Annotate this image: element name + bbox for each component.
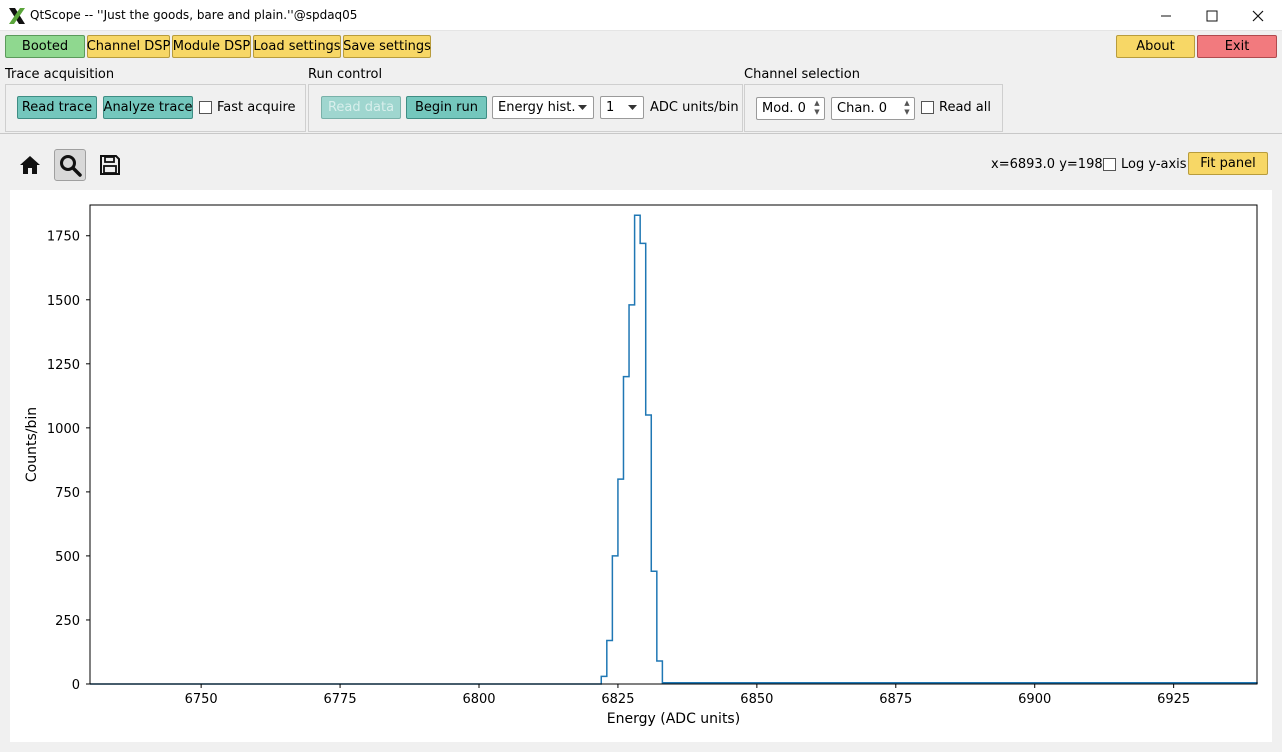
zoom-button[interactable] [54,149,86,181]
x-tick-label: 6925 [1157,692,1190,707]
x-tick-label: 6850 [740,692,773,707]
y-tick-label: 1000 [47,422,80,437]
about-button[interactable]: About [1116,35,1195,58]
x-logo-icon [9,8,25,24]
histogram-type-value: Energy hist. [498,100,576,115]
y-tick-label: 1500 [47,294,80,309]
log-y-label: Log y-axis [1121,157,1187,172]
log-y-checkbox[interactable] [1103,158,1116,171]
trace-acquisition-group: Read trace Analyze trace Fast acquire [5,84,306,132]
module-value: Mod. 0 [762,101,806,116]
channel-selection-label: Channel selection [744,67,860,82]
channel-selection-group: Mod. 0 ▲ ▼ Chan. 0 ▲ ▼ Read all [744,84,1003,132]
maximize-icon [1206,10,1218,21]
x-tick-label: 6775 [324,692,357,707]
x-tick-label: 6825 [601,692,634,707]
x-tick-label: 6875 [879,692,912,707]
read-trace-button[interactable]: Read trace [17,96,97,119]
plot-frame [89,204,1258,685]
minimize-button[interactable] [1143,0,1189,31]
chevron-down-icon [578,105,587,110]
close-icon [1252,10,1264,21]
booted-button[interactable]: Booted [5,35,85,58]
home-button[interactable] [15,150,45,180]
chevron-down-icon [628,105,637,110]
x-tick-label: 6750 [185,692,218,707]
fit-panel-button[interactable]: Fit panel [1188,152,1268,175]
minimize-icon [1161,15,1171,16]
series-line-0 [90,214,1258,685]
maximize-button[interactable] [1189,0,1235,31]
exit-button[interactable]: Exit [1197,35,1277,58]
histogram-type-select[interactable]: Energy hist. [492,96,594,119]
channel-dsp-button[interactable]: Channel DSP [87,35,170,58]
y-tick-label: 250 [55,614,80,629]
y-tick-label: 0 [72,678,80,693]
begin-run-button[interactable]: Begin run [406,96,487,119]
channel-value: Chan. 0 [837,101,888,116]
floppy-disk-icon [100,155,120,175]
fast-acquire-label: Fast acquire [217,100,296,115]
binning-value: 1 [606,100,615,115]
window-title: QtScope -- ''Just the goods, bare and pl… [30,8,358,22]
read-all-label: Read all [939,100,991,115]
analyze-trace-button[interactable]: Analyze trace [103,96,193,119]
y-tick-label: 750 [55,486,80,501]
run-control-label: Run control [308,67,383,82]
binning-select[interactable]: 1 [600,96,644,119]
save-figure-button[interactable] [95,150,125,180]
load-settings-button[interactable]: Load settings [253,35,341,58]
cursor-coordinates: x=6893.0 y=198. [991,157,1107,172]
x-tick-label: 6800 [462,692,495,707]
module-spinbox[interactable]: Mod. 0 ▲ ▼ [756,97,825,120]
energy-histogram-chart: 6750 6775 6800 6825 6850 6875 6900 6925 0 250 500 7… [24,204,1258,727]
module-dsp-button[interactable]: Module DSP [172,35,251,58]
title-bar: QtScope -- ''Just the goods, bare and pl… [0,0,1282,31]
x-axis-label: Energy (ADC units) [607,711,740,727]
y-axis-label: Counts/bin [24,407,40,482]
channel-spinbox[interactable]: Chan. 0 ▲ ▼ [831,97,915,120]
fast-acquire-checkbox[interactable] [199,101,212,114]
trace-acquisition-label: Trace acquisition [5,67,115,82]
spin-arrows-icon[interactable]: ▲ ▼ [811,99,823,118]
y-tick-label: 1750 [47,230,80,245]
binning-unit-label: ADC units/bin [650,100,739,115]
plot-canvas[interactable]: 6750 6775 6800 6825 6850 6875 6900 6925 0 250 500 7… [10,190,1272,742]
run-control-group: Read data Begin run Energy hist. 1 ADC u… [308,84,743,132]
close-button[interactable] [1235,0,1281,31]
save-settings-button[interactable]: Save settings [343,35,431,58]
read-all-checkbox[interactable] [921,101,934,114]
spin-arrows-icon[interactable]: ▲ ▼ [901,99,913,118]
y-tick-label: 1250 [47,358,80,373]
home-icon [20,156,40,174]
x-tick-label: 6900 [1018,692,1051,707]
y-tick-label: 500 [55,550,80,565]
read-data-button[interactable]: Read data [321,96,401,119]
separator [0,133,1282,134]
magnifier-icon [60,155,82,177]
